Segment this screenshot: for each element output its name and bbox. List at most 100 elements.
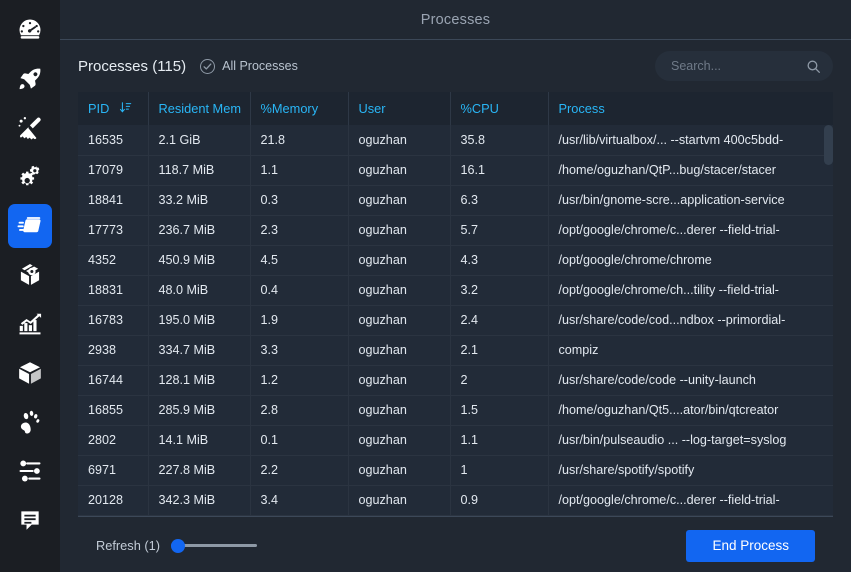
sliders-settings-icon [16,457,44,485]
column-header-pid[interactable]: PID [78,92,148,125]
processes-stack-icon [16,212,44,240]
cell-user: oguzhan [348,245,450,275]
cell-mem: 2.2 [250,455,348,485]
refresh-label: Refresh (1) [96,538,160,553]
column-header-memory-pct[interactable]: %Memory [250,92,348,125]
resources-chart-icon [16,310,44,338]
table-row[interactable]: 1883148.0 MiB0.4oguzhan3.2/opt/google/ch… [78,275,833,305]
cell-cpu: 16.1 [450,155,548,185]
cell-cpu: 3.2 [450,275,548,305]
sidebar-item-processes[interactable] [8,204,52,248]
cell-proc: /opt/google/chrome/ch...tility --field-t… [548,275,833,305]
uninstaller-box-icon [16,261,44,289]
cell-mem: 21.8 [250,125,348,155]
cell-proc: /opt/google/chrome/c...derer --field-tri… [548,485,833,515]
table-row[interactable]: 16744128.1 MiB1.2oguzhan2/usr/share/code… [78,365,833,395]
table-row[interactable]: 2938334.7 MiB3.3oguzhan2.1compiz [78,335,833,365]
table-row[interactable]: 4352450.9 MiB4.5oguzhan4.3/opt/google/ch… [78,245,833,275]
table-row[interactable]: 165352.1 GiB21.8oguzhan35.8/usr/lib/virt… [78,125,833,155]
dashboard-gauge-icon [16,16,44,44]
cell-resmem: 2.1 GiB [148,125,250,155]
cell-mem: 2.3 [250,215,348,245]
page-title: Processes [421,12,491,28]
cell-cpu: 0.9 [450,485,548,515]
column-header-cpu-pct[interactable]: %CPU [450,92,548,125]
table-row[interactable]: 1884133.2 MiB0.3oguzhan6.3/usr/bin/gnome… [78,185,833,215]
cell-cpu: 35.8 [450,125,548,155]
slider-thumb[interactable] [171,539,185,553]
cell-proc: /home/oguzhan/Qt5....ator/bin/qtcreator [548,395,833,425]
toolbar: Processes (115) All Processes [78,40,833,92]
cell-resmem: 195.0 MiB [148,305,250,335]
cell-pid: 16744 [78,365,148,395]
cell-resmem: 227.8 MiB [148,455,250,485]
end-process-button[interactable]: End Process [686,530,815,562]
cell-mem: 3.3 [250,335,348,365]
table-row[interactable]: 20128342.3 MiB3.4oguzhan0.9/opt/google/c… [78,485,833,515]
cell-user: oguzhan [348,395,450,425]
sidebar-item-dashboard[interactable] [8,8,52,52]
processes-count-label: Processes (115) [78,58,186,75]
gears-services-icon [16,163,44,191]
cell-cpu: 4.3 [450,245,548,275]
sidebar-item-resources[interactable] [8,302,52,346]
cell-user: oguzhan [348,215,450,245]
cell-cpu: 6.3 [450,185,548,215]
main-panel: Processes Processes (115) All Processes [60,0,851,572]
cell-user: oguzhan [348,155,450,185]
cell-resmem: 236.7 MiB [148,215,250,245]
cell-resmem: 48.0 MiB [148,275,250,305]
titlebar: Processes [60,0,851,40]
column-header-resident-mem[interactable]: Resident Mem [148,92,250,125]
table-vertical-scrollbar[interactable] [824,125,833,165]
column-header-process[interactable]: Process [548,92,833,125]
cell-user: oguzhan [348,485,450,515]
sidebar-item-gnome-settings[interactable] [8,400,52,444]
cell-mem: 3.4 [250,485,348,515]
cell-cpu: 2.4 [450,305,548,335]
cell-proc: /opt/google/chrome/chrome [548,245,833,275]
cell-proc: /usr/bin/pulseaudio ... --log-target=sys… [548,425,833,455]
cell-pid: 16535 [78,125,148,155]
cell-user: oguzhan [348,365,450,395]
sort-descending-icon[interactable] [119,101,132,117]
package-box-icon [16,359,44,387]
refresh-interval-slider[interactable] [171,538,257,554]
cell-pid: 16783 [78,305,148,335]
sidebar-item-feedback[interactable] [8,498,52,542]
sidebar-item-apt-repository-manager[interactable] [8,351,52,395]
cell-cpu: 2 [450,365,548,395]
rocket-startup-icon [16,65,44,93]
cell-proc: /usr/share/spotify/spotify [548,455,833,485]
table-header-row: PID [78,92,833,125]
cell-mem: 4.5 [250,245,348,275]
cell-user: oguzhan [348,425,450,455]
search-box[interactable] [655,51,833,81]
search-input[interactable] [671,59,806,73]
cell-cpu: 1.5 [450,395,548,425]
sidebar-item-startup-apps[interactable] [8,57,52,101]
sidebar-item-system-cleaner[interactable] [8,106,52,150]
all-processes-checkbox[interactable]: All Processes [200,59,298,74]
sidebar-item-uninstaller[interactable] [8,253,52,297]
column-header-user[interactable]: User [348,92,450,125]
table-row[interactable]: 17773236.7 MiB2.3oguzhan5.7/opt/google/c… [78,215,833,245]
table-row[interactable]: 6971227.8 MiB2.2oguzhan1/usr/share/spoti… [78,455,833,485]
sidebar-item-settings[interactable] [8,449,52,493]
cell-resmem: 450.9 MiB [148,245,250,275]
stacer-window: Processes Processes (115) All Processes [0,0,851,572]
cell-resmem: 285.9 MiB [148,395,250,425]
cell-pid: 17773 [78,215,148,245]
cell-proc: /usr/share/code/code --unity-launch [548,365,833,395]
table-row[interactable]: 16783195.0 MiB1.9oguzhan2.4/usr/share/co… [78,305,833,335]
sidebar-item-services[interactable] [8,155,52,199]
table-row[interactable]: 280214.1 MiB0.1oguzhan1.1/usr/bin/pulsea… [78,425,833,455]
cell-mem: 1.1 [250,155,348,185]
cell-mem: 0.4 [250,275,348,305]
cell-mem: 0.3 [250,185,348,215]
search-icon[interactable] [806,59,821,74]
cell-pid: 17079 [78,155,148,185]
table-row[interactable]: 17079118.7 MiB1.1oguzhan16.1/home/oguzha… [78,155,833,185]
table-row[interactable]: 16855285.9 MiB2.8oguzhan1.5/home/oguzhan… [78,395,833,425]
content-area: Processes (115) All Processes [60,40,851,572]
